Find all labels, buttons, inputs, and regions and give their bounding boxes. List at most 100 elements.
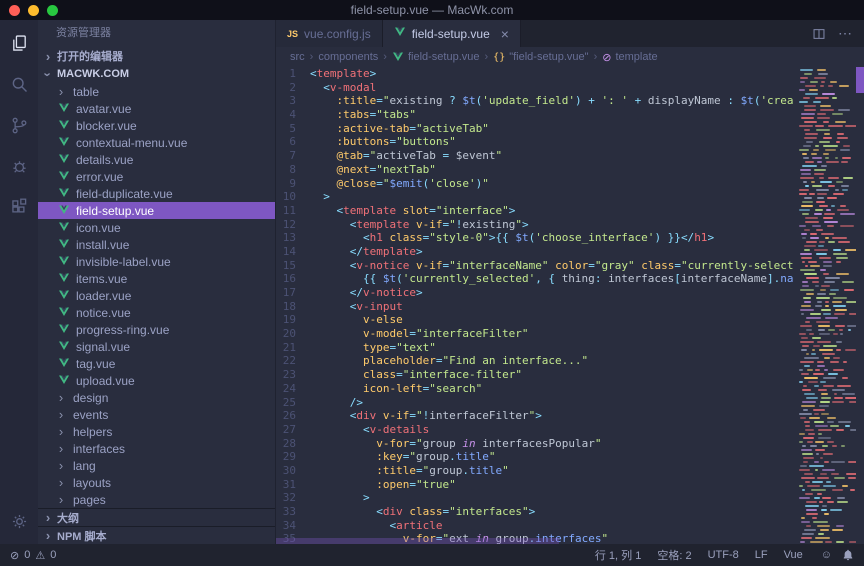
search-icon[interactable] — [8, 73, 30, 95]
warning-count: 0 — [50, 549, 56, 561]
tab-field-setup.vue[interactable]: field-setup.vue× — [383, 20, 521, 47]
vue-file-icon — [58, 205, 70, 216]
close-icon[interactable]: × — [501, 27, 509, 41]
status-encoding[interactable]: UTF-8 — [708, 549, 739, 561]
vertical-scrollbar[interactable] — [856, 67, 864, 544]
tree-item-label: design — [73, 391, 108, 405]
vue-file-icon — [58, 358, 70, 369]
tree-item-loader.vue[interactable]: loader.vue — [38, 287, 275, 304]
status-language-mode[interactable]: Vue — [784, 549, 803, 561]
line-number: 26 — [276, 409, 310, 423]
vue-file-icon — [58, 341, 70, 352]
settings-gear-icon[interactable] — [8, 510, 30, 532]
tree-item-layouts[interactable]: ›layouts — [38, 474, 275, 491]
breadcrumb-item[interactable]: src — [290, 51, 305, 63]
chevron-right-icon: › — [55, 476, 67, 489]
explorer-icon[interactable] — [8, 32, 30, 54]
line-number: 20 — [276, 327, 310, 341]
tree-item-blocker.vue[interactable]: blocker.vue — [38, 117, 275, 134]
vue-logo-icon — [58, 188, 70, 199]
tree-item-signal.vue[interactable]: signal.vue — [38, 338, 275, 355]
tree-item-lang[interactable]: ›lang — [38, 457, 275, 474]
code-line: 33 <div class="interfaces"> — [276, 505, 794, 519]
breadcrumb-item[interactable]: {}"field-setup.vue" — [493, 51, 588, 63]
line-number: 9 — [276, 177, 310, 191]
workspace-root-section[interactable]: › MACWK.COM — [38, 65, 275, 83]
more-actions-icon[interactable]: ⋯ — [838, 25, 852, 42]
horizontal-scrollbar[interactable] — [276, 538, 559, 544]
open-editors-label: 打开的编辑器 — [57, 48, 123, 64]
debug-icon[interactable] — [8, 155, 30, 177]
tree-item-label: upload.vue — [76, 374, 135, 388]
source-control-icon[interactable] — [8, 114, 30, 136]
breadcrumb-item[interactable]: field-setup.vue — [392, 51, 480, 63]
tree-item-label: field-setup.vue — [76, 204, 154, 218]
tree-item-invisible-label.vue[interactable]: invisible-label.vue — [38, 253, 275, 270]
tree-item-table[interactable]: ›table — [38, 83, 275, 100]
breadcrumb-item[interactable]: components — [318, 51, 378, 63]
tree-item-details.vue[interactable]: details.vue — [38, 151, 275, 168]
tree-item-label: notice.vue — [76, 306, 131, 320]
tree-item-helpers[interactable]: ›helpers — [38, 423, 275, 440]
code-line: 25 /> — [276, 396, 794, 410]
extensions-icon[interactable] — [8, 196, 30, 218]
problems-indicator[interactable]: ⊘ 0 ⚠ 0 — [10, 549, 56, 562]
tree-item-label: install.vue — [76, 238, 129, 252]
tree-item-field-setup.vue[interactable]: field-setup.vue — [38, 202, 275, 219]
open-editors-section[interactable]: › 打开的编辑器 — [38, 47, 275, 65]
status-bar: ⊘ 0 ⚠ 0 行 1, 列 1 空格: 2 UTF-8 LF Vue ☺ — [0, 544, 864, 566]
status-cursor-position[interactable]: 行 1, 列 1 — [595, 547, 641, 563]
code-line: 13 <h1 class="style-0">{{ $t('choose_int… — [276, 231, 794, 245]
tree-item-install.vue[interactable]: install.vue — [38, 236, 275, 253]
tree-item-label: helpers — [73, 425, 112, 439]
code-line: 10 > — [276, 190, 794, 204]
chevron-right-icon: › — [55, 408, 67, 421]
tree-item-avatar.vue[interactable]: avatar.vue — [38, 100, 275, 117]
outline-section[interactable]: › 大纲 — [38, 508, 275, 526]
scrollbar-thumb[interactable] — [856, 67, 864, 93]
vue-logo-icon — [58, 205, 70, 216]
npm-scripts-section[interactable]: › NPM 脚本 — [38, 526, 275, 544]
feedback-smiley-icon[interactable]: ☺ — [821, 549, 832, 561]
warning-icon: ⚠ — [35, 549, 45, 562]
tree-item-items.vue[interactable]: items.vue — [38, 270, 275, 287]
chevron-right-icon: › — [55, 493, 67, 506]
symbol-template-icon: ⊘ — [602, 51, 611, 64]
vue-logo-icon — [58, 239, 70, 250]
close-window-button[interactable] — [9, 5, 20, 16]
editor-group: JSvue.config.jsfield-setup.vue× ⋯ src›co… — [275, 20, 864, 544]
status-right: 行 1, 列 1 空格: 2 UTF-8 LF Vue ☺ — [595, 547, 854, 563]
tree-item-label: details.vue — [76, 153, 133, 167]
line-number: 16 — [276, 272, 310, 286]
line-number: 22 — [276, 354, 310, 368]
split-editor-icon[interactable] — [812, 27, 826, 41]
tree-item-progress-ring.vue[interactable]: progress-ring.vue — [38, 321, 275, 338]
tree-item-events[interactable]: ›events — [38, 406, 275, 423]
tree-item-interfaces[interactable]: ›interfaces — [38, 440, 275, 457]
notifications-bell-icon[interactable] — [842, 549, 854, 561]
code-editor[interactable]: 1<template>2 <v-modal3 :title="existing … — [276, 67, 864, 544]
tree-item-field-duplicate.vue[interactable]: field-duplicate.vue — [38, 185, 275, 202]
status-eol[interactable]: LF — [755, 549, 768, 561]
code-line: 29 :key="group.title" — [276, 450, 794, 464]
line-number: 13 — [276, 231, 310, 245]
chevron-down-icon: › — [42, 68, 55, 80]
code-line: 19 v-else — [276, 313, 794, 327]
chevron-right-icon: › — [55, 442, 67, 455]
tree-item-upload.vue[interactable]: upload.vue — [38, 372, 275, 389]
status-indentation[interactable]: 空格: 2 — [657, 547, 691, 563]
tree-item-tag.vue[interactable]: tag.vue — [38, 355, 275, 372]
tree-item-icon.vue[interactable]: icon.vue — [38, 219, 275, 236]
tab-vue.config.js[interactable]: JSvue.config.js — [276, 20, 383, 47]
tree-item-notice.vue[interactable]: notice.vue — [38, 304, 275, 321]
tree-item-contextual-menu.vue[interactable]: contextual-menu.vue — [38, 134, 275, 151]
minimap[interactable] — [798, 67, 856, 544]
breadcrumb-separator: › — [485, 51, 489, 63]
tree-item-pages[interactable]: ›pages — [38, 491, 275, 508]
maximize-window-button[interactable] — [47, 5, 58, 16]
breadcrumb-item[interactable]: ⊘template — [602, 51, 657, 64]
tree-item-design[interactable]: ›design — [38, 389, 275, 406]
tree-item-error.vue[interactable]: error.vue — [38, 168, 275, 185]
chevron-right-icon: › — [55, 85, 67, 98]
minimize-window-button[interactable] — [28, 5, 39, 16]
